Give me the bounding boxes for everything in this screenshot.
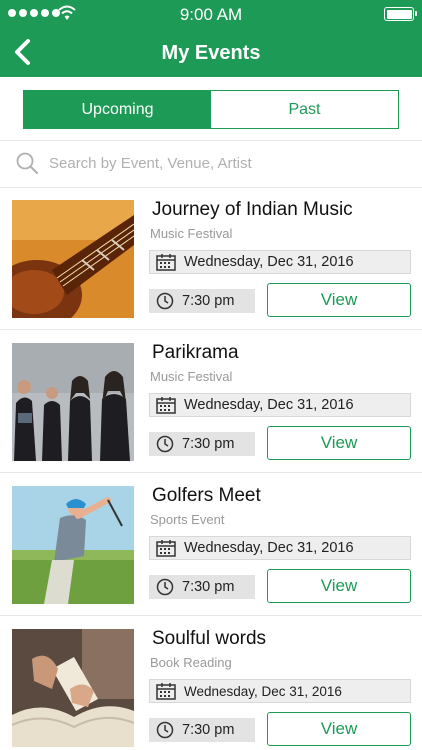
event-time: 7:30 pm — [149, 432, 255, 456]
event-time-text: 7:30 pm — [182, 722, 235, 738]
event-image-book — [12, 629, 134, 747]
event-row[interactable]: Parikrama Music Festival Wednesday, Dec … — [0, 331, 422, 474]
event-time-text: 7:30 pm — [182, 293, 235, 309]
event-row[interactable]: Soulful words Book Reading Wednesday, De… — [0, 617, 422, 750]
event-title: Soulful words — [152, 628, 267, 649]
app-header: 9:00 AM My Events — [0, 0, 422, 77]
status-time: 9:00 AM — [179, 5, 243, 24]
event-category: Sports Event — [150, 512, 225, 527]
event-date: Wednesday, Dec 31, 2016 — [149, 393, 411, 417]
event-date-text: Wednesday, Dec 31, 2016 — [184, 254, 354, 270]
event-time-text: 7:30 pm — [182, 436, 235, 452]
event-row[interactable]: Golfers Meet Sports Event Wednesday, Dec… — [0, 474, 422, 617]
event-category: Music Festival — [150, 226, 233, 241]
event-title: Golfers Meet — [152, 485, 261, 506]
view-button[interactable]: View — [267, 712, 411, 746]
event-time: 7:30 pm — [149, 289, 255, 313]
event-time: 7:30 pm — [149, 718, 255, 742]
search-icon — [16, 152, 38, 174]
clock-icon — [156, 721, 174, 739]
view-button[interactable]: View — [267, 569, 411, 603]
event-category: Book Reading — [150, 655, 232, 670]
event-image-band — [12, 343, 134, 461]
event-row[interactable]: Journey of Indian Music Music Festival W… — [0, 188, 422, 331]
event-date-text: Wednesday, Dec 31, 2016 — [184, 540, 354, 556]
divider — [0, 472, 422, 473]
tab-upcoming[interactable]: Upcoming — [24, 91, 211, 128]
event-image-sitar — [12, 200, 134, 318]
event-date-text: Wednesday, Dec 31, 2016 — [184, 683, 342, 699]
page-title: My Events — [161, 42, 261, 64]
calendar-icon — [156, 397, 176, 414]
event-date-text: Wednesday, Dec 31, 2016 — [184, 397, 354, 413]
view-button[interactable]: View — [267, 426, 411, 460]
calendar-icon — [156, 683, 176, 700]
event-category: Music Festival — [150, 369, 233, 384]
clock-icon — [156, 435, 174, 453]
clock-icon — [156, 292, 174, 310]
events-tab-control: Upcoming Past — [23, 90, 399, 129]
battery-icon — [384, 7, 417, 21]
event-image-golfer — [12, 486, 134, 604]
event-date: Wednesday, Dec 31, 2016 — [149, 536, 411, 560]
event-date: Wednesday, Dec 31, 2016 — [149, 250, 411, 274]
search-input[interactable]: Search by Event, Venue, Artist — [49, 155, 252, 172]
tab-past[interactable]: Past — [211, 91, 398, 128]
event-title: Parikrama — [152, 342, 239, 363]
status-bar: 9:00 AM — [0, 0, 422, 28]
event-time: 7:30 pm — [149, 575, 255, 599]
divider — [0, 615, 422, 616]
view-button[interactable]: View — [267, 283, 411, 317]
clock-icon — [156, 578, 174, 596]
divider — [0, 140, 422, 141]
event-title: Journey of Indian Music — [152, 199, 353, 220]
event-time-text: 7:30 pm — [182, 579, 235, 595]
calendar-icon — [156, 254, 176, 271]
event-date: Wednesday, Dec 31, 2016 — [149, 679, 411, 703]
divider — [0, 329, 422, 330]
calendar-icon — [156, 540, 176, 557]
